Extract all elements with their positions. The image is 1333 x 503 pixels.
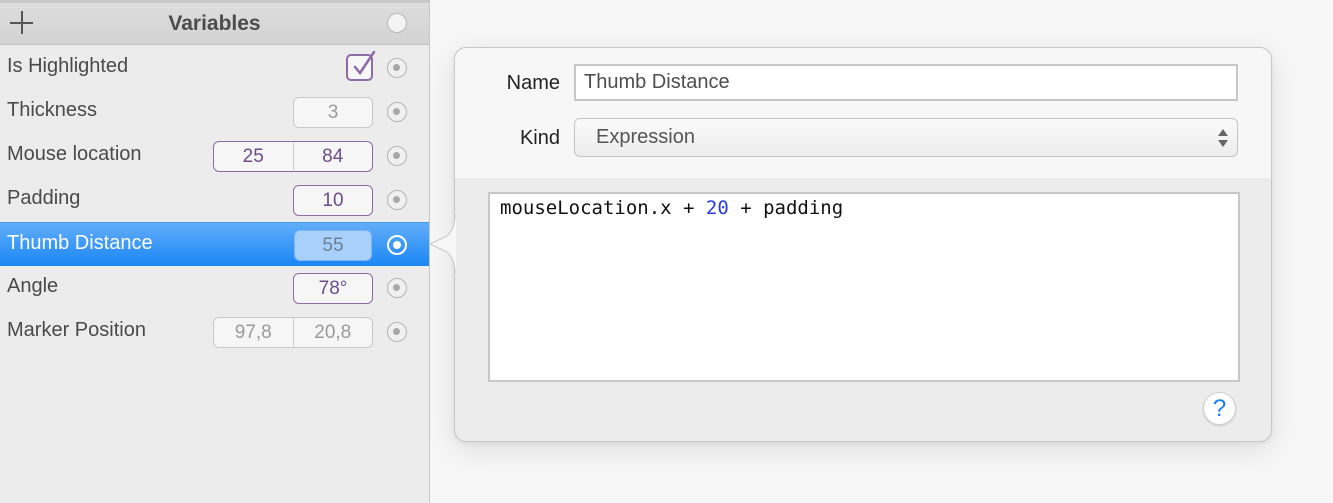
- variable-radio[interactable]: [387, 235, 407, 255]
- variable-label: Marker Position: [7, 319, 146, 341]
- variable-row-thumb-distance[interactable]: Thumb Distance 55: [0, 222, 429, 266]
- expression-editor[interactable]: mouseLocation.x + 20 + padding: [488, 192, 1240, 382]
- variable-label: Angle: [7, 275, 59, 297]
- variables-sidebar: Variables Is Highlighted Thickness 3 Mou…: [0, 0, 430, 503]
- variable-label: Thumb Distance: [7, 232, 153, 254]
- variable-radio[interactable]: [387, 322, 407, 342]
- thumb-distance-field[interactable]: 55: [294, 230, 372, 261]
- variable-radio[interactable]: [387, 58, 407, 78]
- padding-field[interactable]: 10: [293, 185, 373, 216]
- name-input[interactable]: Thumb Distance: [574, 64, 1238, 101]
- variable-label: Thickness: [7, 99, 98, 121]
- variable-row-is-highlighted[interactable]: Is Highlighted: [0, 46, 429, 90]
- select-all-radio[interactable]: [387, 13, 407, 33]
- variable-radio[interactable]: [387, 190, 407, 210]
- variable-radio[interactable]: [387, 146, 407, 166]
- variable-row-marker-position[interactable]: Marker Position 97,8 20,8: [0, 310, 429, 354]
- kind-label: Kind: [519, 127, 560, 149]
- marker-position-field[interactable]: 97,8 20,8: [213, 317, 373, 348]
- variable-row-thickness[interactable]: Thickness 3: [0, 90, 429, 134]
- thickness-field[interactable]: 3: [293, 97, 373, 128]
- kind-select[interactable]: Expression: [574, 118, 1238, 157]
- variable-row-angle[interactable]: Angle 78°: [0, 266, 429, 310]
- question-mark-icon: ?: [1212, 395, 1227, 422]
- expression-text: + padding: [728, 197, 844, 219]
- sidebar-header: Variables: [0, 3, 429, 45]
- kind-value: Expression: [596, 126, 695, 148]
- sidebar-title: Variables: [168, 12, 261, 35]
- checkmark-icon: [353, 50, 376, 76]
- name-label: Name: [506, 72, 560, 94]
- variable-label: Is Highlighted: [7, 55, 129, 77]
- variable-radio[interactable]: [387, 278, 407, 298]
- x-value[interactable]: 97,8: [214, 318, 293, 347]
- variable-radio[interactable]: [387, 102, 407, 122]
- expression-text: mouseLocation.x +: [500, 197, 706, 219]
- variable-editor-popover: Name Thumb Distance Kind Expression mous…: [454, 47, 1272, 442]
- variable-label: Padding: [7, 187, 81, 209]
- y-value[interactable]: 20,8: [292, 318, 373, 347]
- x-value[interactable]: 25: [214, 142, 293, 171]
- is-highlighted-checkbox[interactable]: [346, 50, 376, 81]
- up-down-arrows-icon: [1218, 129, 1228, 147]
- variable-row-mouse-location[interactable]: Mouse location 25 84: [0, 134, 429, 178]
- help-button[interactable]: ?: [1203, 392, 1236, 425]
- y-value[interactable]: 84: [292, 142, 373, 171]
- mouse-location-field[interactable]: 25 84: [213, 141, 373, 172]
- popover-arrow: [428, 214, 456, 274]
- variable-row-padding[interactable]: Padding 10: [0, 178, 429, 222]
- variable-label: Mouse location: [7, 143, 142, 165]
- expression-number-literal: 20: [705, 197, 729, 219]
- angle-field[interactable]: 78°: [293, 273, 373, 304]
